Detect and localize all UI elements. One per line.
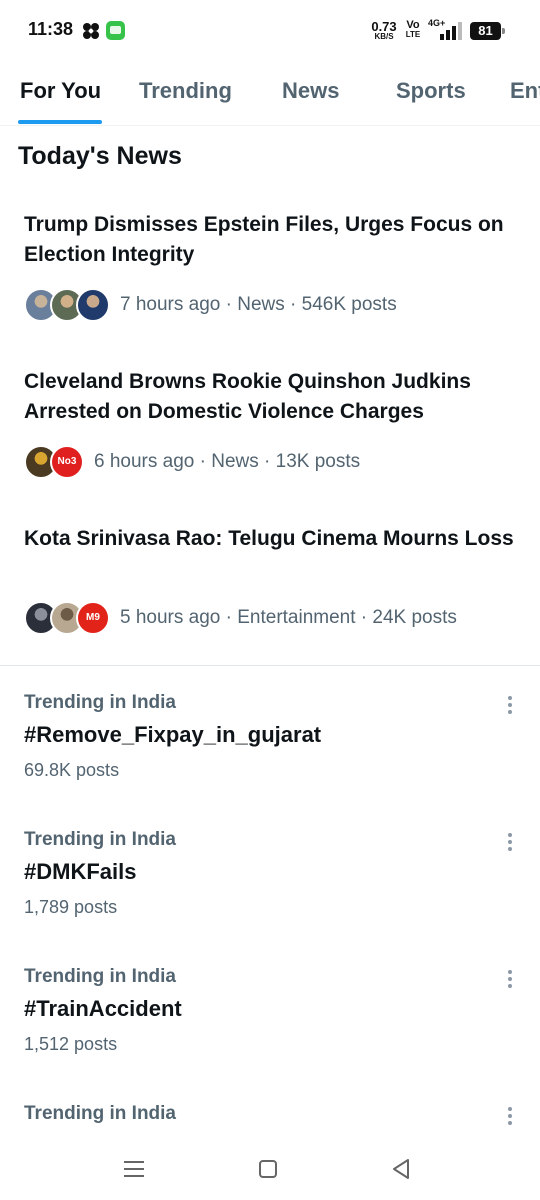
status-time: 11:38 (28, 19, 74, 39)
trend-context: Trending in India (24, 829, 176, 850)
tab-trending[interactable]: Trending (139, 78, 232, 104)
news-meta-text: 7 hours ago · News · 546K posts (120, 294, 397, 315)
news-meta-text: 5 hours ago · Entertainment · 24K posts (120, 607, 457, 628)
news-meta-text: 6 hours ago · News · 13K posts (94, 451, 361, 472)
more-options-icon[interactable] (502, 694, 518, 716)
trend-name: #DMKFails (24, 859, 137, 884)
news-avatars: M9 (24, 601, 110, 635)
news-headline: Trump Dismisses Epstein Files, Urges Foc… (24, 213, 504, 266)
system-nav-bar (0, 1140, 540, 1200)
trend-post-count: 1,789 posts (24, 897, 118, 917)
network-speed: 0.73 KB/S (371, 19, 397, 41)
home-square-icon[interactable] (253, 1154, 283, 1184)
news-avatars: No3 (24, 445, 84, 479)
news-item[interactable]: Cleveland Browns Rookie Quinshon Judkins… (0, 365, 540, 495)
news-meta: 7 hours ago · News · 546K posts (24, 287, 397, 323)
back-triangle-icon[interactable] (386, 1154, 416, 1184)
news-item[interactable]: Kota Srinivasa Rao: Telugu Cinema Mourns… (0, 522, 540, 652)
avatar: M9 (76, 601, 110, 635)
trend-post-count: 69.8K posts (24, 760, 120, 780)
tab-sports[interactable]: Sports (396, 78, 466, 104)
trend-item[interactable]: Trending in India #Remove_Fixpay_in_guja… (0, 692, 540, 812)
news-headline: Kota Srinivasa Rao: Telugu Cinema Mourns… (24, 527, 514, 550)
more-options-icon[interactable] (502, 831, 518, 853)
trend-context: Trending in India (24, 966, 176, 987)
volte-indicator: Vo LTE (405, 19, 421, 39)
active-tab-indicator (18, 120, 102, 124)
avatar: No3 (50, 445, 84, 479)
trend-post-count: 1,512 posts (24, 1034, 118, 1054)
trend-context: Trending in India (24, 692, 176, 713)
clover-icon (83, 23, 99, 39)
trend-item[interactable]: Trending in India #DMKFails 1,789 posts (0, 829, 540, 949)
avatar (76, 288, 110, 322)
more-options-icon[interactable] (502, 1105, 518, 1127)
signal-icon: 4G+ (428, 18, 462, 42)
section-divider (0, 665, 540, 666)
section-title: Today's News (18, 142, 182, 170)
more-options-icon[interactable] (502, 968, 518, 990)
tab-news[interactable]: News (282, 78, 339, 104)
news-avatars (24, 288, 110, 322)
battery-icon: 81 (470, 22, 505, 40)
trend-context: Trending in India (24, 1103, 176, 1124)
news-item[interactable]: Trump Dismisses Epstein Files, Urges Foc… (0, 208, 540, 338)
news-meta: M9 5 hours ago · Entertainment · 24K pos… (24, 600, 457, 636)
trend-name: #Remove_Fixpay_in_gujarat (24, 722, 322, 747)
trend-name: #TrainAccident (24, 996, 182, 1021)
news-headline: Cleveland Browns Rookie Quinshon Judkins… (24, 370, 471, 423)
tab-entertainment[interactable]: Entertainment (510, 78, 540, 104)
menu-icon[interactable] (119, 1154, 149, 1184)
news-meta: No3 6 hours ago · News · 13K posts (24, 444, 360, 480)
explore-tabs: For You Trending News Sports Entertainme… (0, 62, 540, 126)
trend-item[interactable]: Trending in India #TrainAccident 1,512 p… (0, 966, 540, 1086)
status-bar: 11:38 0.73 KB/S Vo LTE 4G+ 81 (0, 0, 540, 62)
message-icon (106, 21, 125, 40)
tab-for-you[interactable]: For You (20, 78, 101, 104)
trend-item[interactable]: Trending in India (0, 1103, 540, 1143)
